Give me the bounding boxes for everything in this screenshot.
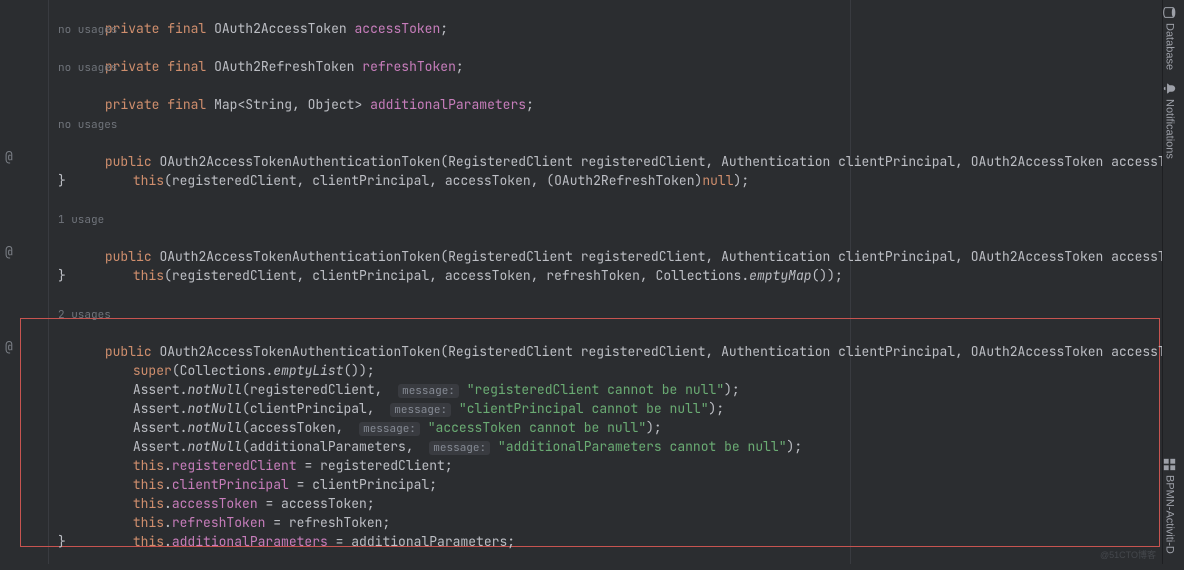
usage-hint[interactable]: no usages (58, 23, 117, 37)
usage-hint[interactable]: no usages (58, 118, 117, 132)
vcs-marker: @ (5, 338, 13, 355)
bell-icon (1163, 82, 1176, 95)
code-editor[interactable]: @ @ @ private final OAuth2AccessToken ac… (0, 0, 1162, 564)
vcs-marker: @ (5, 243, 13, 260)
grid-icon (1163, 458, 1176, 471)
usage-hint[interactable]: 1 usage (58, 213, 104, 227)
vcs-marker: @ (5, 148, 13, 165)
right-tool-strip[interactable]: Database Notifications BPMN-Activiti-D (1162, 0, 1184, 564)
tool-notifications[interactable]: Notifications (1163, 76, 1176, 165)
tool-label: Notifications (1164, 99, 1176, 159)
tool-database[interactable]: Database (1163, 0, 1176, 76)
usage-hint[interactable]: no usages (58, 61, 117, 75)
database-icon (1163, 6, 1176, 19)
tool-label: BPMN-Activiti-D (1164, 475, 1176, 554)
tool-bpmn[interactable]: BPMN-Activiti-D (1163, 452, 1176, 560)
usage-hint[interactable]: 2 usages (58, 308, 111, 322)
tool-label: Database (1164, 23, 1176, 70)
watermark: @51CTO博客 (1100, 548, 1156, 561)
